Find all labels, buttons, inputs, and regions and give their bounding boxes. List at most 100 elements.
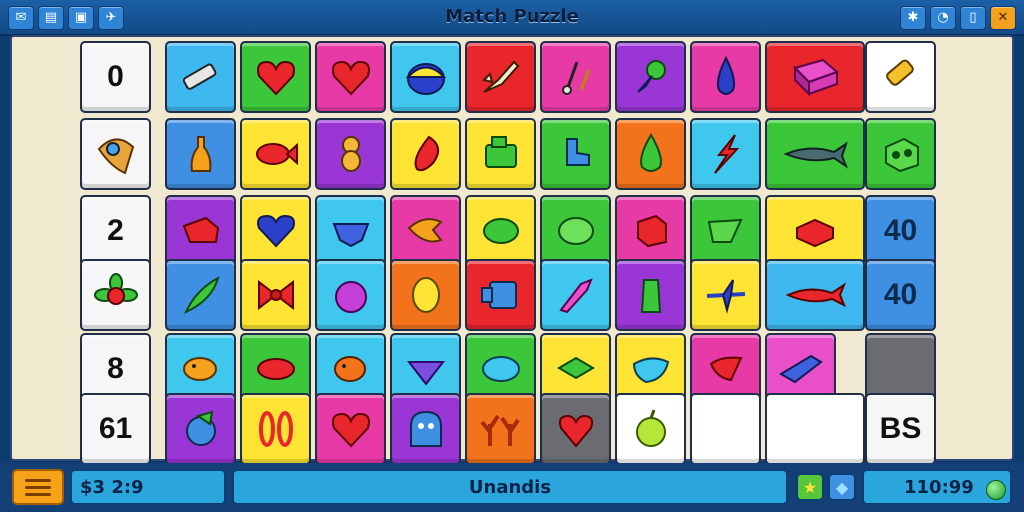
tile-heart[interactable] <box>465 195 536 267</box>
lightning-icon <box>713 134 739 174</box>
bow-icon <box>257 279 294 311</box>
box-icon <box>796 218 834 248</box>
tile-cube[interactable] <box>615 195 686 267</box>
rings-icon <box>258 411 293 447</box>
heart-icon <box>709 356 742 382</box>
tile-fish[interactable] <box>390 195 461 267</box>
gem-icon <box>332 223 369 248</box>
tile-statue[interactable] <box>615 259 686 331</box>
status-text: Unandis <box>468 476 552 498</box>
menu-icon <box>25 485 51 489</box>
tile-gem[interactable] <box>315 195 386 267</box>
tile-egg[interactable] <box>390 259 461 331</box>
gem-icon[interactable] <box>986 480 1006 500</box>
window-title: Match Puzzle <box>445 6 579 27</box>
tile-shell[interactable] <box>315 118 386 190</box>
tile-camera[interactable] <box>465 259 536 331</box>
drop-icon <box>639 133 662 172</box>
tile-bottle[interactable] <box>865 41 936 113</box>
gem-icon <box>707 218 743 243</box>
tile-leaf[interactable] <box>165 259 236 331</box>
menu-icon <box>25 492 51 496</box>
tile-heart[interactable] <box>540 393 611 465</box>
shell-icon <box>632 357 669 384</box>
title-bar: ✉ ▤ ▣ ✈ Match Puzzle ✱ ◔ ▯ ✕ <box>0 0 1024 36</box>
tile-number[interactable]: 61 <box>80 393 151 465</box>
tile-bottle[interactable] <box>165 118 236 190</box>
tile-lamp[interactable] <box>615 41 686 113</box>
flower-icon <box>93 273 138 305</box>
tile-flower[interactable] <box>80 259 151 331</box>
camera-icon <box>480 281 517 309</box>
diamond-icon[interactable]: ◆ <box>828 473 856 501</box>
tile-ghost[interactable] <box>390 393 461 465</box>
egg-icon <box>405 63 446 95</box>
tile-coral[interactable] <box>465 393 536 465</box>
tile-leaf[interactable] <box>390 118 461 190</box>
tile-empty[interactable] <box>765 393 865 465</box>
heart-icon <box>256 214 295 248</box>
status-bar: Unandis <box>232 469 788 505</box>
score-display: $3 2:9 <box>70 469 226 505</box>
tile-box[interactable] <box>765 195 865 267</box>
tile-egg[interactable] <box>390 41 461 113</box>
timer-text: 110:99 <box>904 476 974 498</box>
tile-arrow[interactable] <box>540 259 611 331</box>
minimize-button[interactable]: ◔ <box>930 6 956 30</box>
tile-gem[interactable] <box>690 195 761 267</box>
tile-heart[interactable] <box>315 393 386 465</box>
tile-tank[interactable] <box>465 118 536 190</box>
tile-number[interactable]: 40 <box>865 259 936 331</box>
close-button[interactable]: ✕ <box>990 6 1016 30</box>
shell-icon <box>97 138 134 175</box>
menu-button[interactable] <box>12 469 64 505</box>
settings-icon[interactable]: ✱ <box>900 6 926 30</box>
tile-lightning[interactable] <box>690 118 761 190</box>
maximize-button[interactable]: ▯ <box>960 6 986 30</box>
tile-shell[interactable] <box>80 118 151 190</box>
tile-fish[interactable] <box>240 118 311 190</box>
tile-rocket[interactable] <box>465 41 536 113</box>
tile-rings[interactable] <box>240 393 311 465</box>
tile-number-label: 8 <box>107 352 124 385</box>
tile-number[interactable]: 2 <box>80 195 151 267</box>
tile-heart[interactable] <box>315 41 386 113</box>
tile-number-label: 40 <box>883 214 918 247</box>
tile-number-label: 2 <box>107 214 124 247</box>
tile-ball[interactable] <box>165 393 236 465</box>
leaf-icon <box>183 275 220 315</box>
tile-bow[interactable] <box>240 259 311 331</box>
tile-drop[interactable] <box>690 41 761 113</box>
tile-gem[interactable] <box>165 195 236 267</box>
fish-icon <box>333 356 366 382</box>
shell-icon <box>340 136 361 172</box>
tile-crate[interactable] <box>865 118 936 190</box>
book-icon <box>793 58 839 97</box>
lips-icon <box>256 358 295 380</box>
tile-empty[interactable] <box>690 393 761 465</box>
tile-drop[interactable] <box>615 118 686 190</box>
tile-number[interactable]: 40 <box>865 195 936 267</box>
tile-heart[interactable] <box>240 195 311 267</box>
star-icon[interactable]: ★ <box>796 473 824 501</box>
heart-icon <box>482 218 519 244</box>
tile-number[interactable]: 0 <box>80 41 151 113</box>
tile-shark[interactable] <box>765 118 865 190</box>
cube-icon <box>636 214 667 248</box>
tile-number-label: BS <box>879 412 922 445</box>
tile-number-label: 61 <box>98 412 133 445</box>
tile-egg[interactable] <box>540 195 611 267</box>
tile-apple[interactable] <box>615 393 686 465</box>
fish-icon <box>407 218 443 243</box>
tile-number[interactable]: BS <box>865 393 936 465</box>
tile-pins[interactable] <box>540 41 611 113</box>
tile-crayon[interactable] <box>165 41 236 113</box>
tile-plane[interactable] <box>690 259 761 331</box>
tile-book[interactable] <box>765 41 865 113</box>
tile-fish[interactable] <box>765 259 865 331</box>
tile-heart[interactable] <box>240 41 311 113</box>
tile-plum[interactable] <box>315 259 386 331</box>
egg-icon <box>481 356 520 382</box>
gem-icon <box>182 216 219 243</box>
tile-boot[interactable] <box>540 118 611 190</box>
